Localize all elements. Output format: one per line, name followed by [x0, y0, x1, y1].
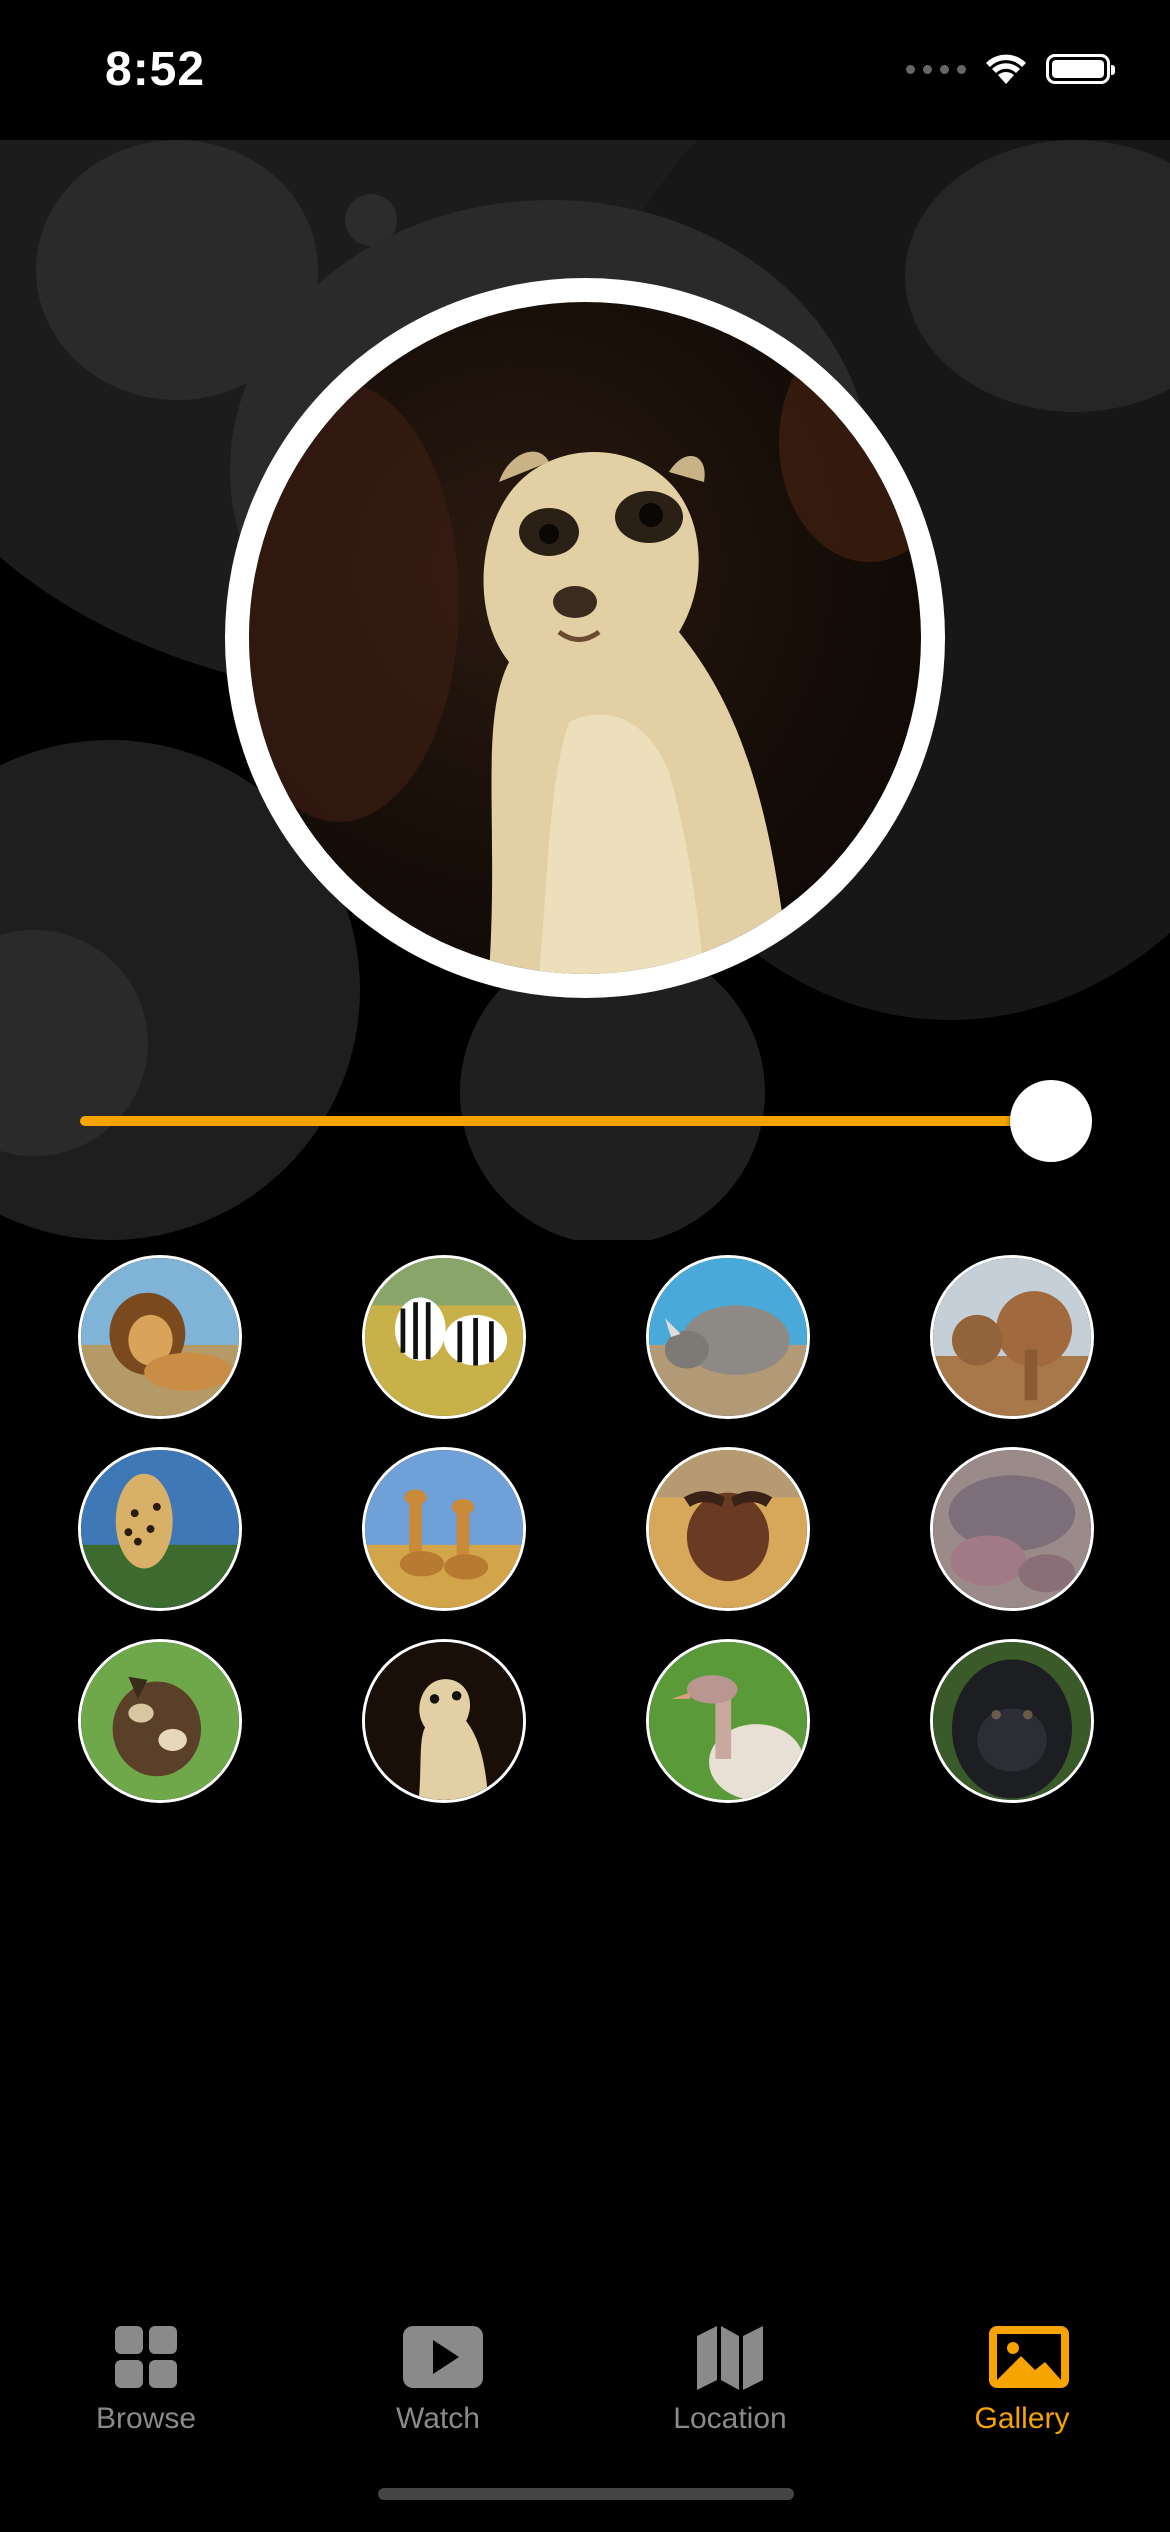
thumbnail-zebra[interactable] — [362, 1255, 526, 1419]
tab-gallery[interactable]: Gallery — [876, 2300, 1168, 2440]
slider-track[interactable] — [80, 1116, 1050, 1126]
hero-image-frame — [225, 278, 945, 998]
thumbnail-giraffe[interactable] — [362, 1447, 526, 1611]
tab-browse[interactable]: Browse — [0, 2300, 292, 2440]
thumbnail-cheetah[interactable] — [78, 1447, 242, 1611]
tab-gallery-label: Gallery — [974, 2402, 1070, 2435]
thumbnail-lion[interactable] — [78, 1255, 242, 1419]
status-time: 8:52 — [105, 43, 206, 96]
home-indicator[interactable] — [378, 2488, 794, 2500]
grid-icon — [111, 2322, 181, 2392]
play-icon — [403, 2322, 483, 2392]
photo-icon — [987, 2322, 1069, 2392]
gallery-grid — [78, 1255, 1094, 1805]
battery-icon — [1046, 54, 1115, 84]
wifi-icon — [986, 54, 1026, 84]
signal-dots-icon — [906, 64, 966, 74]
thumbnail-gorilla[interactable] — [930, 1639, 1094, 1803]
tab-location-label: Location — [673, 2402, 787, 2435]
tab-browse-label: Browse — [95, 2402, 197, 2435]
thumbnail-wild-dog[interactable] — [78, 1639, 242, 1803]
hero-meerkat-image — [249, 302, 921, 974]
thumbnail-elephant[interactable] — [930, 1255, 1094, 1419]
map-icon — [695, 2322, 765, 2392]
tab-location[interactable]: Location — [584, 2300, 876, 2440]
thumbnail-rhinoceros[interactable] — [646, 1255, 810, 1419]
status-bar: 8:52 — [0, 0, 1170, 140]
thumbnail-meerkat[interactable] — [362, 1639, 526, 1803]
thumbnail-ostrich[interactable] — [646, 1639, 810, 1803]
slider-thumb[interactable] — [1010, 1080, 1092, 1162]
tab-watch-label: Watch — [396, 2402, 480, 2435]
thumbnail-buffalo[interactable] — [646, 1447, 810, 1611]
status-icons — [906, 52, 1115, 86]
thumbnail-hippopotamus[interactable] — [930, 1447, 1094, 1611]
tab-watch[interactable]: Watch — [292, 2300, 584, 2440]
